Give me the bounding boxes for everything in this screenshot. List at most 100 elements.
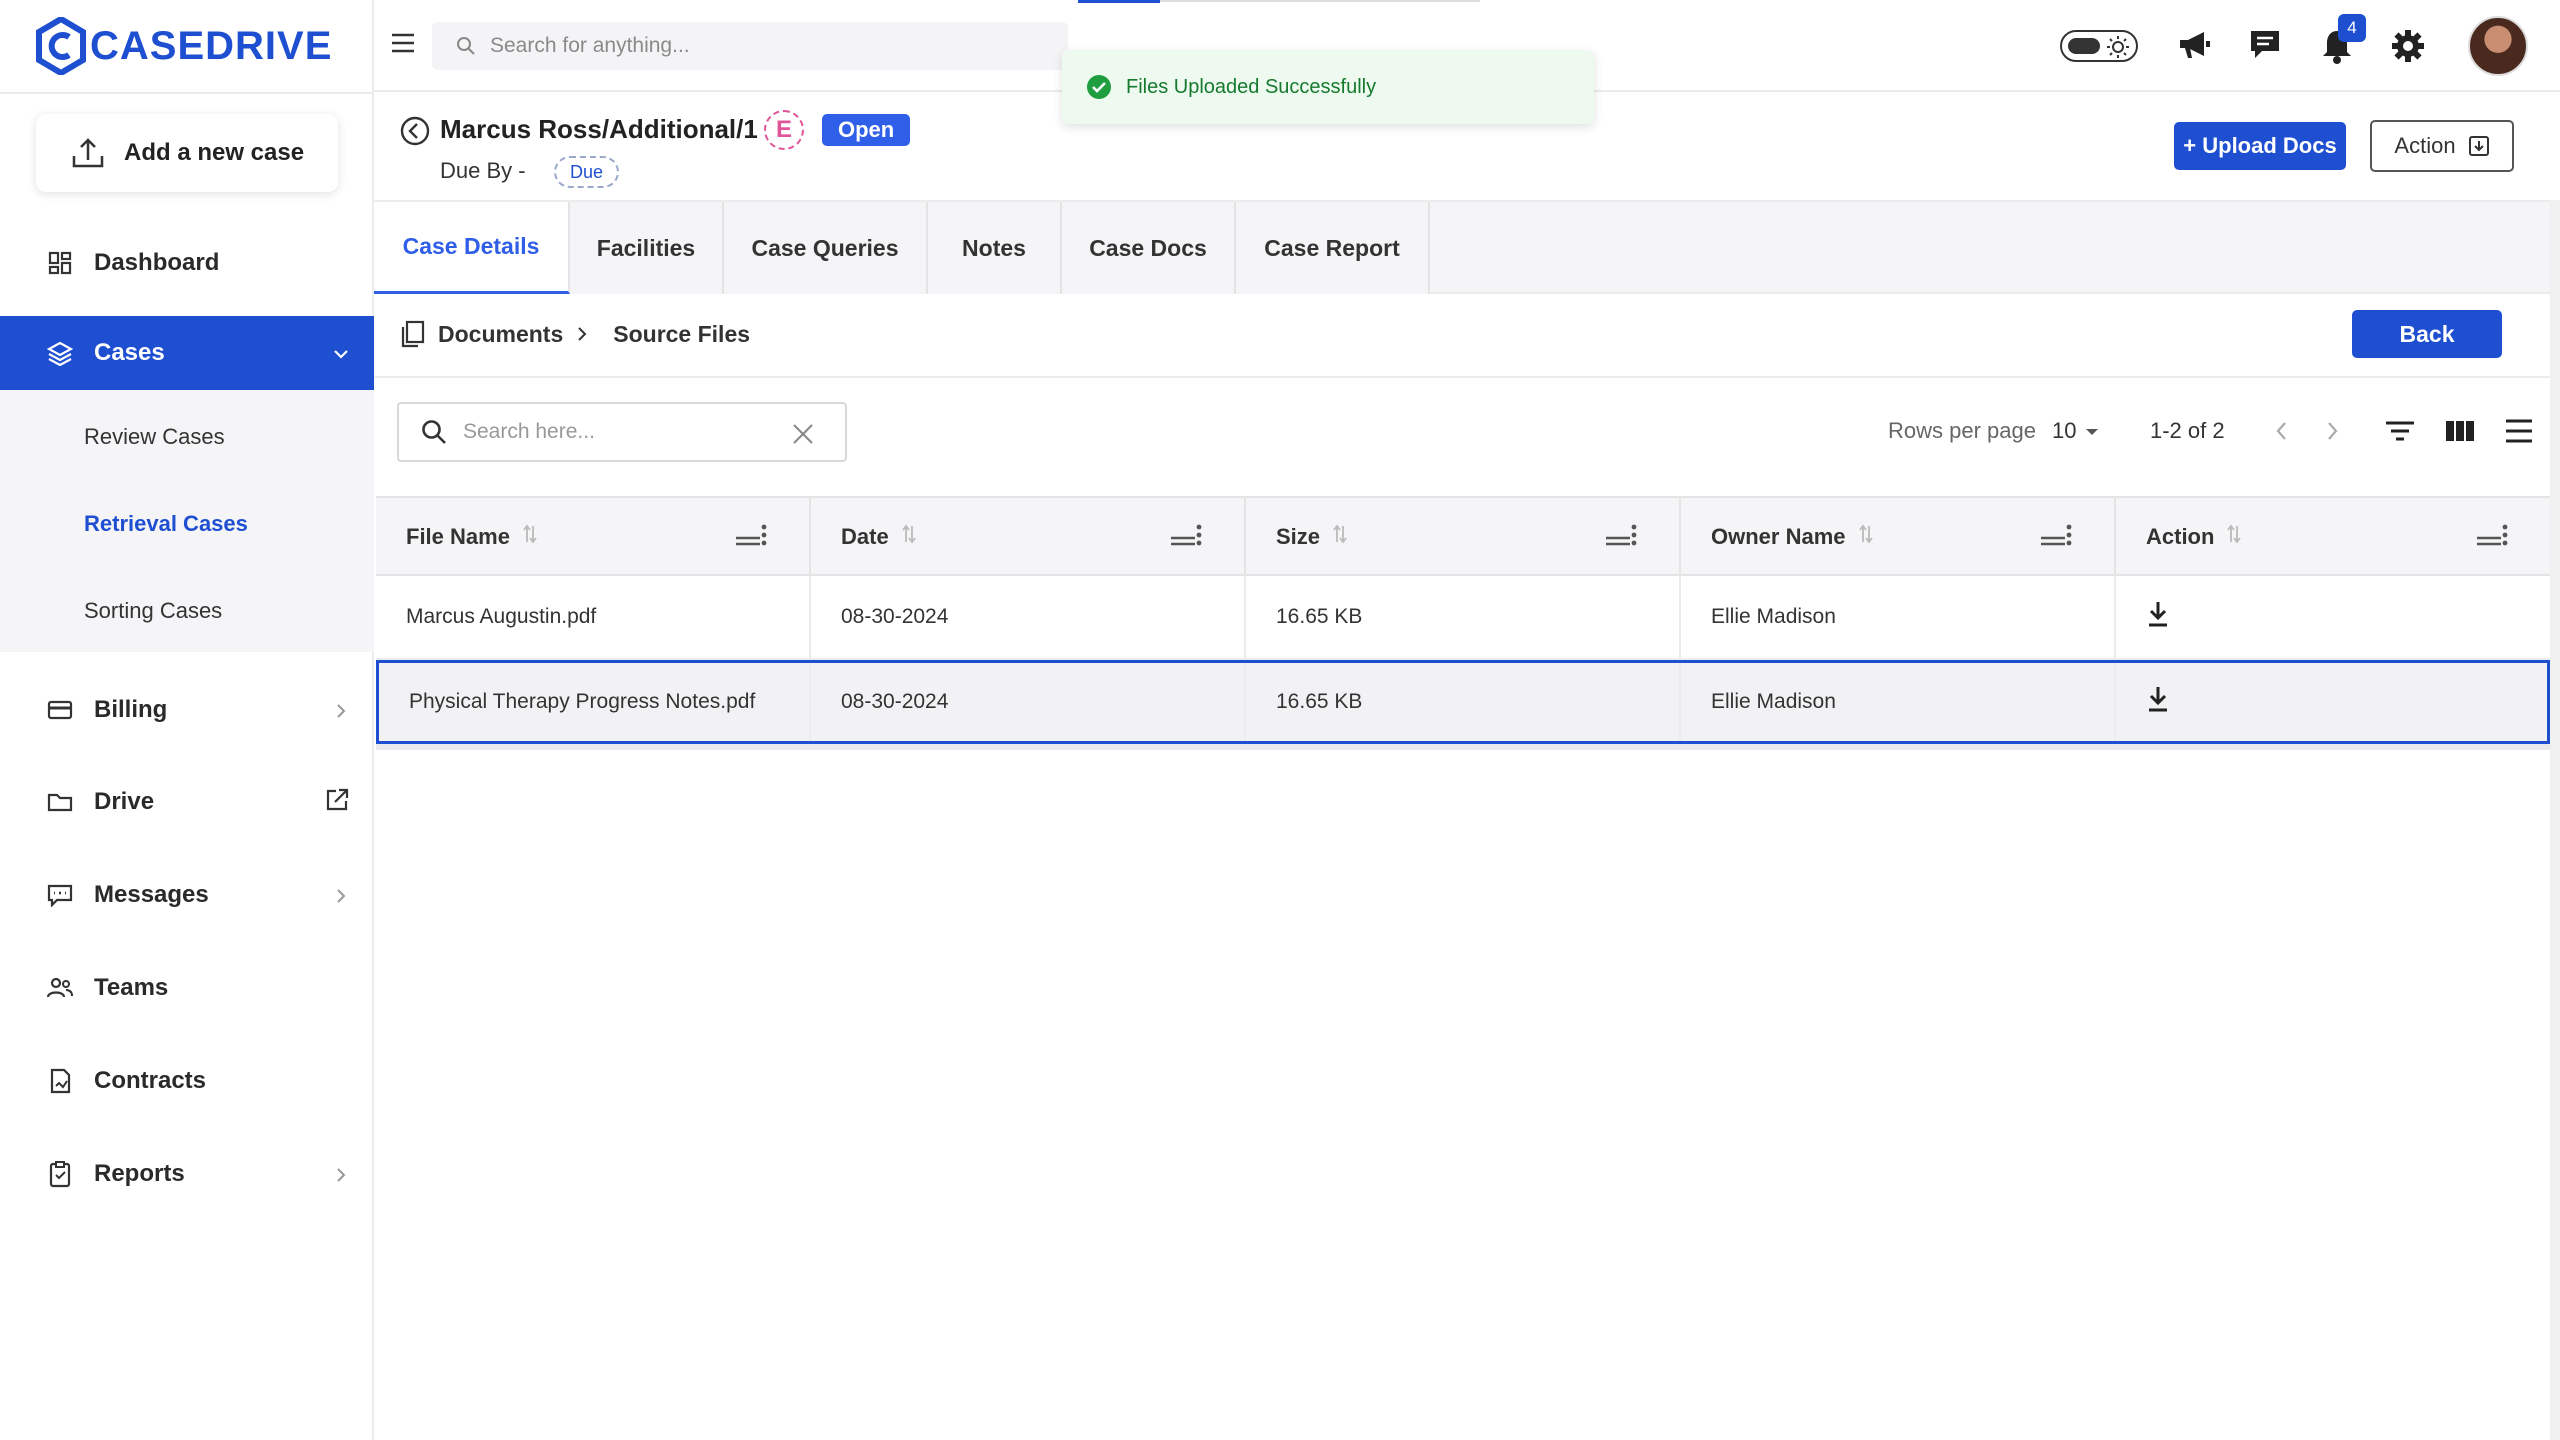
sidebar-item-drive[interactable]: Drive (0, 765, 374, 839)
column-header-date[interactable]: Date (811, 498, 1246, 576)
search-icon (457, 37, 475, 55)
column-drag-handle-icon[interactable] (1170, 528, 1196, 554)
cases-submenu: Review Cases Retrieval Cases Sorting Cas… (0, 390, 374, 652)
column-drag-handle-icon[interactable] (2040, 528, 2066, 554)
add-new-case-label: Add a new case (124, 139, 305, 166)
sidebar-item-label: Dashboard (94, 249, 220, 276)
upload-docs-button[interactable]: + Upload Docs (2174, 122, 2346, 170)
layers-icon (46, 339, 74, 367)
column-drag-handle-icon[interactable] (735, 528, 761, 554)
action-button[interactable]: Action (2370, 120, 2514, 172)
chevron-down-icon (332, 342, 350, 370)
column-header-action[interactable]: Action (2116, 498, 2550, 576)
hamburger-menu-icon[interactable] (390, 32, 416, 59)
column-menu-icon[interactable] (761, 524, 767, 552)
cell-action (2116, 663, 2547, 741)
breadcrumb: Documents Source Files (400, 320, 750, 348)
toggle-knob (2068, 38, 2100, 54)
theme-toggle[interactable] (2060, 30, 2138, 62)
sidebar-item-contracts[interactable]: Contracts (0, 1044, 374, 1118)
contract-document-icon (46, 1067, 74, 1095)
files-table: File Name Date Size Owner Name Action Ma… (376, 496, 2550, 750)
sidebar-item-dashboard[interactable]: Dashboard (0, 226, 374, 300)
user-avatar[interactable] (2468, 16, 2528, 76)
rows-per-page-select[interactable]: 10 (2052, 418, 2076, 444)
chat-icon[interactable] (2248, 28, 2282, 67)
clear-search-icon[interactable] (791, 422, 815, 452)
table-row[interactable]: Marcus Augustin.pdf 08-30-2024 16.65 KB … (376, 576, 2550, 660)
notification-count-badge: 4 (2338, 14, 2366, 42)
column-header-label: Owner Name (1711, 524, 1846, 549)
tab-notes[interactable]: Notes (928, 202, 1062, 294)
due-by-label: Due By - (440, 158, 526, 183)
download-icon[interactable] (2146, 685, 2170, 719)
column-menu-icon[interactable] (2502, 524, 2508, 552)
table-search-input[interactable]: Search here... (397, 402, 847, 462)
sidebar-item-billing[interactable]: Billing (0, 673, 374, 747)
sort-icon[interactable] (2226, 524, 2242, 550)
column-menu-icon[interactable] (1631, 524, 1637, 552)
external-link-icon[interactable] (324, 787, 350, 820)
sidebar-item-messages[interactable]: Messages (0, 858, 374, 932)
chevron-right-icon (332, 699, 350, 727)
gear-icon[interactable] (2390, 28, 2426, 69)
column-header-label: File Name (406, 524, 510, 549)
add-new-case-button[interactable]: Add a new case (36, 114, 338, 192)
tab-case-docs[interactable]: Case Docs (1062, 202, 1236, 294)
cell-file-name[interactable]: Marcus Augustin.pdf (376, 576, 811, 658)
upload-tray-icon (72, 138, 104, 168)
previous-page-icon[interactable] (2272, 418, 2292, 449)
progress-track (1160, 0, 1480, 2)
toast-message: Files Uploaded Successfully (1126, 75, 1377, 98)
sidebar-item-cases[interactable]: Cases (0, 316, 374, 390)
cell-size: 16.65 KB (1246, 576, 1681, 658)
sidebar-subitem-review-cases[interactable]: Review Cases (84, 424, 225, 450)
back-button[interactable]: Back (2352, 310, 2502, 358)
cell-date: 08-30-2024 (811, 663, 1246, 741)
sort-icon[interactable] (901, 524, 917, 550)
column-header-size[interactable]: Size (1246, 498, 1681, 576)
search-icon (422, 420, 446, 444)
column-header-file-name[interactable]: File Name (376, 498, 811, 576)
sun-icon (2106, 35, 2130, 64)
sort-icon[interactable] (522, 524, 538, 550)
scrollbar-track[interactable] (2550, 200, 2560, 1440)
column-drag-handle-icon[interactable] (2476, 528, 2502, 554)
breadcrumb-documents[interactable]: Documents (438, 321, 563, 348)
tab-facilities[interactable]: Facilities (570, 202, 724, 294)
sidebar-item-reports[interactable]: Reports (0, 1137, 374, 1211)
download-icon[interactable] (2146, 600, 2170, 634)
column-header-owner-name[interactable]: Owner Name (1681, 498, 2116, 576)
column-drag-handle-icon[interactable] (1605, 528, 1631, 554)
sidebar-item-label: Teams (94, 974, 169, 1001)
density-icon[interactable] (2504, 418, 2534, 449)
column-menu-icon[interactable] (1196, 524, 1202, 552)
sort-icon[interactable] (1858, 524, 1874, 550)
sidebar-subitem-retrieval-cases[interactable]: Retrieval Cases (84, 511, 248, 537)
next-page-icon[interactable] (2322, 418, 2342, 449)
sidebar-item-teams[interactable]: Teams (0, 951, 374, 1025)
sidebar-item-label: Drive (94, 788, 155, 815)
check-circle-icon (1087, 75, 1111, 99)
column-header-label: Date (841, 524, 889, 549)
sidebar-subitem-sorting-cases[interactable]: Sorting Cases (84, 598, 222, 624)
tab-case-details[interactable]: Case Details (374, 202, 570, 294)
sort-icon[interactable] (1332, 524, 1348, 550)
global-search-input[interactable]: Search for anything... (432, 22, 1068, 70)
casedrive-logo[interactable]: CASEDRIVE (36, 14, 332, 78)
due-chip[interactable]: Due (554, 156, 620, 188)
tab-case-queries[interactable]: Case Queries (724, 202, 928, 294)
cell-file-name[interactable]: Physical Therapy Progress Notes.pdf (379, 663, 811, 741)
table-row[interactable]: Physical Therapy Progress Notes.pdf 08-3… (376, 660, 2550, 744)
back-arrow-circle-icon[interactable] (400, 116, 430, 151)
megaphone-icon[interactable] (2176, 28, 2212, 67)
folder-icon (46, 788, 74, 816)
breadcrumb-bar: Documents Source Files Back (374, 294, 2550, 378)
tab-case-report[interactable]: Case Report (1236, 202, 1430, 294)
filter-icon[interactable] (2384, 418, 2416, 449)
users-icon (46, 974, 74, 1002)
caret-down-icon[interactable] (2084, 418, 2100, 444)
table-footer-bar (376, 744, 2550, 750)
columns-icon[interactable] (2444, 418, 2476, 449)
column-menu-icon[interactable] (2066, 524, 2072, 552)
